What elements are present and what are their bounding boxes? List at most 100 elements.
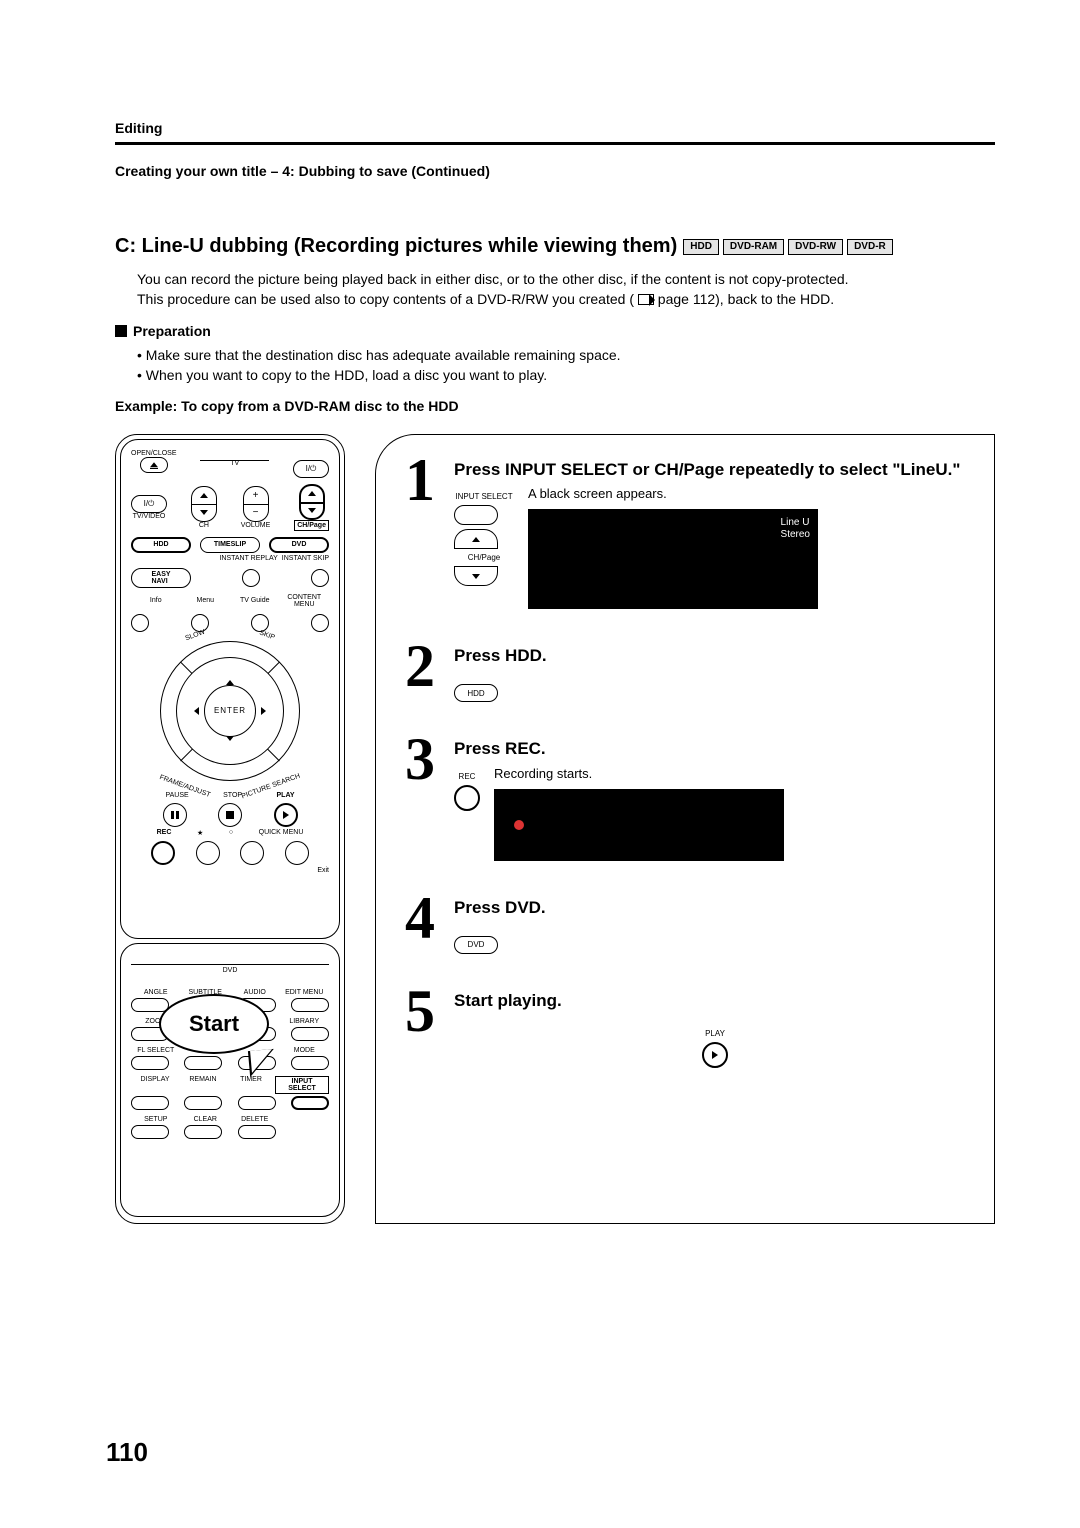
pause-button[interactable] (163, 803, 187, 827)
step-2-number: 2 (394, 639, 446, 702)
dvd-button[interactable]: DVD (269, 537, 329, 553)
eject-button[interactable] (140, 457, 168, 473)
step-1-screen: Line U Stereo (528, 509, 818, 609)
instant-skip-button[interactable] (311, 569, 329, 587)
navigation-pad[interactable]: ENTER (160, 641, 300, 781)
page-link-icon (638, 294, 654, 305)
delete-button[interactable] (238, 1125, 276, 1139)
inputselect-button[interactable] (291, 1096, 329, 1110)
prep-item-2: When you want to copy to the HDD, load a… (137, 365, 995, 385)
stop-button[interactable] (218, 803, 242, 827)
button-c2[interactable] (184, 1056, 222, 1070)
label-loop: ○ (229, 829, 233, 837)
label-menu: Menu (181, 597, 231, 604)
clear-button[interactable] (184, 1125, 222, 1139)
play-button[interactable] (274, 803, 298, 827)
step-4-icon: DVD (454, 936, 976, 954)
rec-button[interactable] (151, 841, 175, 865)
dvd-section-line: DVD (131, 964, 329, 983)
hdd-button[interactable]: HDD (131, 537, 191, 553)
step-3-heading: Press REC. (454, 738, 976, 759)
section-title-row: C: Line-U dubbing (Recording pictures wh… (115, 235, 995, 258)
intro-line1: You can record the picture being played … (137, 271, 849, 287)
label-inputselect: INPUT SELECT (275, 1076, 329, 1094)
step-1-chpage-label: CH/Page (454, 553, 514, 562)
info-button[interactable] (131, 614, 149, 632)
row-device: HDD TIMESLIP DVD (131, 537, 329, 553)
label-delete: DELETE (230, 1116, 280, 1123)
flselect-button[interactable] (131, 1056, 169, 1070)
up-icon (200, 493, 208, 498)
remote-lower-panel: DVD ANGLE SUBTITLE AUDIO EDIT MENU (120, 943, 340, 1217)
timer-button[interactable] (238, 1096, 276, 1110)
enter-button[interactable]: ENTER (204, 685, 256, 737)
editmenu-button[interactable] (291, 998, 329, 1012)
step-1-icons: INPUT SELECT CH/Page (454, 492, 514, 586)
label-display: DISPLAY (131, 1076, 179, 1094)
divider (115, 142, 995, 145)
steps-column: 1 Press INPUT SELECT or CH/Page repeated… (375, 434, 995, 1224)
row-openclose: OPEN/CLOSE TV I/⏻ (131, 450, 329, 478)
ch-updown[interactable]: CH (191, 486, 217, 529)
label-pause: PAUSE (165, 792, 188, 799)
step-3-rec-label: REC (459, 772, 476, 781)
intro-line2b: page 112), back to the HDD. (658, 291, 834, 307)
step-2: 2 Press HDD. HDD (394, 639, 976, 702)
remain-button[interactable] (184, 1096, 222, 1110)
play-icon (283, 811, 289, 819)
volume-updown[interactable]: + − VOLUME (241, 486, 271, 529)
chpage-updown[interactable]: CH/Page (294, 484, 329, 531)
label-timer: TIMER (227, 1076, 275, 1094)
hdd-pill-icon: HDD (454, 684, 498, 702)
easynavi-button[interactable]: EASY NAVI (131, 568, 191, 588)
label-dvdsection: DVD (217, 967, 244, 974)
tv-power-button[interactable]: I/⏻ (131, 495, 167, 513)
media-badges: HDD DVD-RAM DVD-RW DVD-R (683, 239, 893, 255)
label-tvvideo: TV/VIDEO (131, 513, 167, 520)
quickmenu-button[interactable] (285, 841, 309, 865)
intro-line2a: This procedure can be used also to copy … (137, 291, 634, 307)
contentmenu-button[interactable] (311, 614, 329, 632)
fav-button[interactable] (196, 841, 220, 865)
play-circle-icon (702, 1042, 728, 1068)
label-skip: SKIP (259, 629, 276, 641)
content-columns: OPEN/CLOSE TV I/⏻ I/⏻ TV (115, 434, 995, 1224)
dvd-pill-icon: DVD (454, 936, 498, 954)
step-1-heading: Press INPUT SELECT or CH/Page repeatedly… (454, 459, 976, 480)
power-button[interactable]: I/⏻ (293, 460, 329, 478)
display-button[interactable] (131, 1096, 169, 1110)
badge-dvdr: DVD-R (847, 239, 893, 255)
instant-replay-button[interactable] (242, 569, 260, 587)
badge-dvdrw: DVD-RW (788, 239, 843, 255)
label-chpage: CH/Page (294, 520, 329, 531)
step-3: 3 Press REC. REC Recording starts. (394, 732, 976, 860)
row-rec-labels: REC ★ ○ QUICK MENU (131, 829, 329, 837)
label-stop: STOP (223, 792, 242, 799)
label-openclose: OPEN/CLOSE (131, 450, 177, 457)
row-transport-labels: PAUSE STOP PLAY (131, 792, 329, 799)
chpage-down-icon (454, 566, 498, 586)
row-menu: Info Menu TV Guide CONTENT MENU (131, 594, 329, 608)
page-number: 110 (106, 1437, 148, 1468)
step-5-play-label: PLAY (705, 1029, 725, 1038)
row-c-buttons (131, 1056, 329, 1070)
row-slowskip: SLOW SKIP (131, 632, 329, 639)
example-heading: Example: To copy from a DVD-RAM disc to … (115, 398, 995, 414)
prep-item-1: Make sure that the destination disc has … (137, 345, 995, 365)
loop-button[interactable] (240, 841, 264, 865)
label-instreplay: INSTANT REPLAY (219, 555, 277, 562)
nav-down-icon (226, 736, 234, 758)
intro-text: You can record the picture being played … (137, 270, 995, 309)
mode-button[interactable] (291, 1056, 329, 1070)
nav-up-icon (226, 663, 234, 685)
setup-button[interactable] (131, 1125, 169, 1139)
row-rec (131, 841, 329, 865)
label-instskip: INSTANT SKIP (282, 555, 329, 562)
step-1-number: 1 (394, 453, 446, 609)
screen-line1: Line U (781, 517, 810, 529)
timeslip-button[interactable]: TIMESLIP (200, 537, 260, 553)
down-icon (200, 510, 208, 515)
label-tvguide: TV Guide (230, 597, 280, 604)
step-2-heading: Press HDD. (454, 645, 976, 666)
library-button[interactable] (291, 1027, 329, 1041)
